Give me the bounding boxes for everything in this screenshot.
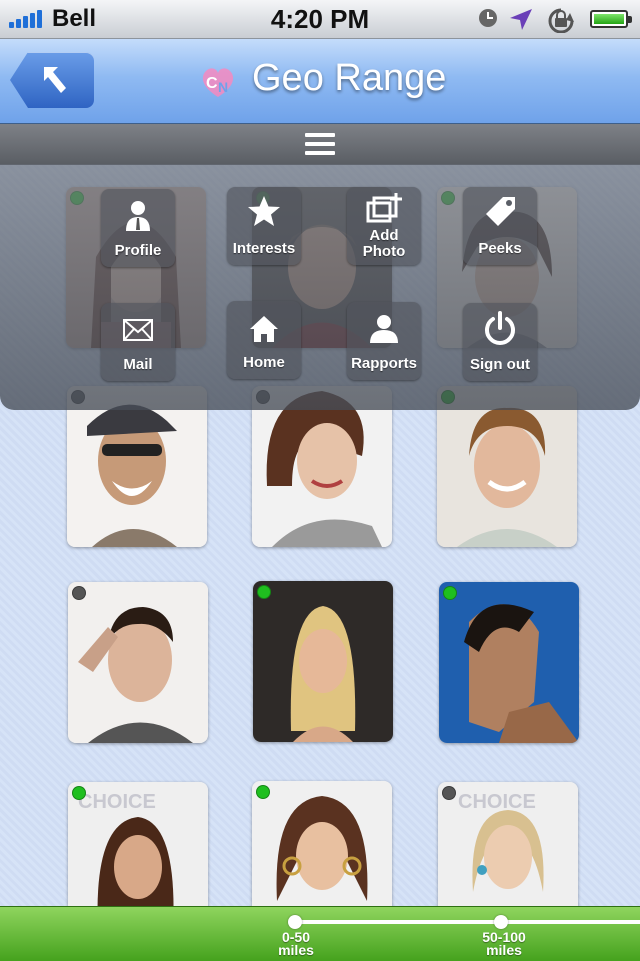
menu-item-label: Mail (123, 356, 153, 373)
tag-icon (486, 197, 515, 226)
menu-item-add-photo[interactable]: Add Photo (347, 187, 421, 265)
status-bar: Bell 4:20 PM (0, 0, 640, 39)
power-icon (485, 311, 515, 345)
profile-photo-tile[interactable] (68, 582, 208, 743)
slider-track (295, 920, 640, 924)
profile-photo-tile[interactable] (67, 386, 207, 547)
online-status-dot (72, 786, 86, 800)
menu-item-label: Peeks (478, 240, 522, 257)
online-status-dot (443, 586, 457, 600)
profile-icon (126, 201, 150, 231)
app-logo-icon: C N (202, 68, 234, 97)
back-arrow-icon (44, 67, 66, 93)
online-status-dot (72, 586, 86, 600)
menu-item-home[interactable]: Home (227, 301, 301, 379)
svg-text:C: C (206, 75, 218, 92)
battery-icon (590, 10, 632, 28)
status-time: 4:20 PM (270, 4, 370, 34)
home-icon (250, 316, 278, 342)
menu-item-label: Add Photo (362, 227, 406, 260)
menu-item-mail[interactable]: Mail (101, 303, 175, 381)
star-icon (248, 196, 280, 226)
profile-photo-tile[interactable] (439, 582, 579, 743)
profile-photo-tile[interactable] (252, 386, 392, 547)
overlay-menu-panel: Profile Interests Add Photo Peeks Mail H… (0, 164, 640, 410)
back-button[interactable] (10, 52, 94, 108)
navigation-bar: C N Geo Range (0, 39, 640, 125)
profile-photo-tile[interactable] (253, 581, 393, 742)
menu-item-label: Profile (114, 242, 162, 259)
range-option-label[interactable]: 0-50 miles (261, 930, 331, 958)
menu-item-label: Rapports (351, 355, 417, 372)
profile-photo-tile[interactable] (437, 386, 577, 547)
range-option-unit: miles (278, 942, 314, 958)
range-option-knob[interactable] (288, 915, 302, 929)
svg-text:N: N (218, 79, 228, 95)
range-option-label[interactable]: 50-100 miles (469, 930, 539, 958)
geo-range-slider[interactable]: 0-50 miles 50-100 miles (0, 906, 640, 961)
online-status-dot (257, 585, 271, 599)
add-photo-icon (366, 193, 402, 223)
location-arrow-icon (510, 9, 532, 30)
svg-text:CHOICE: CHOICE (458, 791, 536, 813)
rotation-lock-icon (548, 8, 574, 33)
svg-text:CHOICE: CHOICE (78, 791, 156, 813)
range-option-unit: miles (486, 942, 522, 958)
menu-item-peeks[interactable]: Peeks (463, 187, 537, 265)
range-option-knob[interactable] (494, 915, 508, 929)
hamburger-icon[interactable] (305, 133, 335, 155)
menu-item-label: Interests (232, 240, 296, 257)
menu-item-rapports[interactable]: Rapports (347, 302, 421, 380)
menu-item-interests[interactable]: Interests (227, 187, 301, 265)
menu-item-label: Sign out (470, 356, 530, 373)
online-status-dot (256, 785, 270, 799)
page-title: Geo Range (252, 57, 447, 99)
menu-item-sign-out[interactable]: Sign out (463, 303, 537, 381)
menu-item-label: Home (243, 354, 285, 371)
menu-toggle-bar[interactable] (0, 124, 640, 165)
online-status-dot (442, 786, 456, 800)
people-icon (370, 315, 398, 343)
clock-icon (479, 9, 497, 27)
envelope-icon (123, 319, 153, 341)
menu-item-profile[interactable]: Profile (101, 189, 175, 267)
